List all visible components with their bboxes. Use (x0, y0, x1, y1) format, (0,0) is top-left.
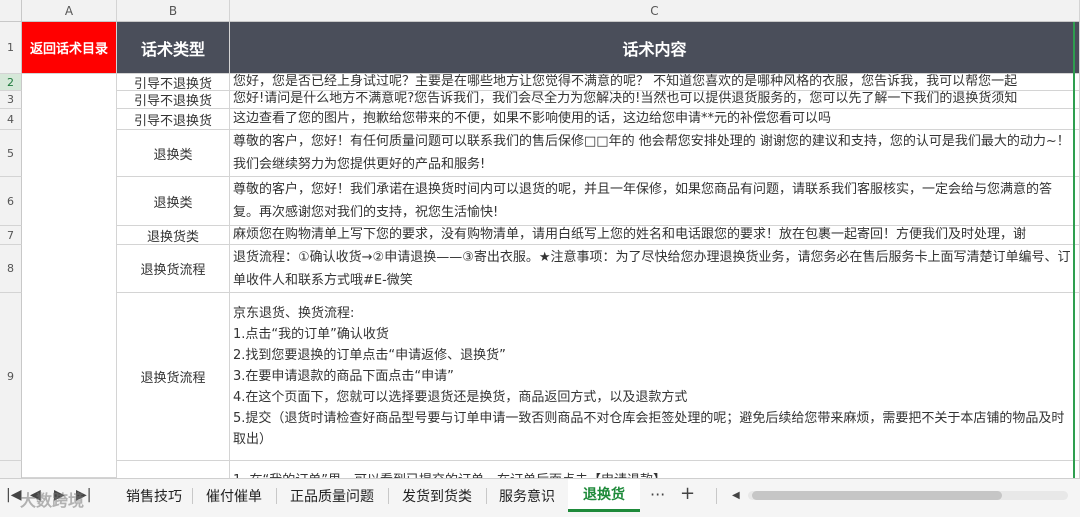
tab-shipping[interactable]: 发货到货类 (390, 479, 484, 512)
cell-type-row-10[interactable] (117, 461, 230, 478)
cell-content-row-6[interactable]: 尊敬的客户，您好！我们承诺在退换货时间内可以退货的呢，并且一年保修，如果您商品有… (230, 177, 1080, 226)
tab-quality-issues[interactable]: 正品质量问题 (278, 479, 386, 512)
return-to-index-link[interactable]: 返回话术目录 (22, 22, 117, 74)
spreadsheet-grid: A B C 1 返回话术目录 话术类型 话术内容 2 引导不退换货 您好，您是否… (0, 0, 1080, 478)
more-tabs-icon[interactable]: ··· (650, 485, 665, 504)
cell-type-row-7[interactable]: 退换货类 (117, 226, 230, 245)
tab-sales-skills[interactable]: 销售技巧 (118, 479, 190, 512)
cell-type-row-8[interactable]: 退换货流程 (117, 245, 230, 293)
cell-type-row-6[interactable]: 退换类 (117, 177, 230, 226)
row-header-2[interactable]: 2 (0, 74, 22, 91)
row-header-9[interactable]: 9 (0, 293, 22, 461)
cell-content-row-7[interactable]: 麻烦您在购物清单上写下您的要求，没有购物清单，请用白纸写上您的姓名和电话跟您的要… (230, 226, 1080, 245)
cell-content-row-3[interactable]: 您好!请问是什么地方不满意呢?您告诉我们，我们会尽全力为您解决的!当然也可以提供… (230, 91, 1080, 109)
column-header-b[interactable]: B (117, 0, 230, 22)
select-all-corner[interactable] (0, 0, 22, 22)
row-header-8[interactable]: 8 (0, 245, 22, 293)
row-header-5[interactable]: 5 (0, 130, 22, 177)
scroll-left-icon[interactable]: ◀ (732, 490, 740, 501)
watermark-logo: 大数跨境 (20, 491, 85, 510)
column-header-a[interactable]: A (22, 0, 117, 22)
tab-service[interactable]: 服务意识 (488, 479, 566, 512)
cell-content-row-5[interactable]: 尊敬的客户，您好！有任何质量问题可以联系我们的售后保修□□年的 他会帮您安排处理… (230, 130, 1080, 177)
row-header-7[interactable]: 7 (0, 226, 22, 245)
header-script-content[interactable]: 话术内容 (230, 22, 1080, 74)
cell-type-row-4[interactable]: 引导不退换货 (117, 109, 230, 130)
tab-payment-reminder[interactable]: 催付催单 (194, 479, 274, 512)
cell-content-row-8[interactable]: 退货流程：①确认收货→②申请退换——③寄出衣服。★注意事项：为了尽快给您办理退换… (230, 245, 1080, 293)
tab-returns[interactable]: 退换货 (568, 479, 640, 512)
cell-content-row-2[interactable]: 您好，您是否已经上身试过呢？主要是在哪些地方让您觉得不满意的呢？ 不知道您喜欢的… (230, 74, 1080, 91)
add-sheet-icon[interactable]: + (680, 483, 695, 504)
row-header-10[interactable] (0, 461, 22, 478)
row-header-6[interactable]: 6 (0, 177, 22, 226)
cell-content-row-10[interactable]: 1. 在“我的订单”里，可以看到已提交的订单，在订单后面点击【申请退款】 (230, 461, 1080, 478)
cell-type-row-3[interactable]: 引导不退换货 (117, 91, 230, 109)
cell-content-row-9[interactable]: 京东退货、换货流程: 1.点击“我的订单”确认收货 2.找到您要退换的订单点击“… (230, 293, 1080, 461)
row-header-3[interactable]: 3 (0, 91, 22, 109)
horizontal-scrollbar-thumb[interactable] (752, 491, 1002, 500)
row-header-1[interactable]: 1 (0, 22, 22, 74)
cell-type-row-5[interactable]: 退换类 (117, 130, 230, 177)
selection-border (1073, 22, 1075, 478)
column-a-merged-cell[interactable] (22, 74, 117, 478)
sheet-tab-bar: |◀ ◀ ▶ ▶| 大数跨境 销售技巧 催付催单 正品质量问题 发货到货类 服务… (0, 478, 1080, 517)
header-script-type[interactable]: 话术类型 (117, 22, 230, 74)
column-header-c[interactable]: C (230, 0, 1080, 22)
row-header-4[interactable]: 4 (0, 109, 22, 130)
cell-type-row-2[interactable]: 引导不退换货 (117, 74, 230, 91)
cell-type-row-9[interactable]: 退换货流程 (117, 293, 230, 461)
cell-content-row-4[interactable]: 这边查看了您的图片，抱歉给您带来的不便，如果不影响使用的话，这边给您申请**元的… (230, 109, 1080, 130)
